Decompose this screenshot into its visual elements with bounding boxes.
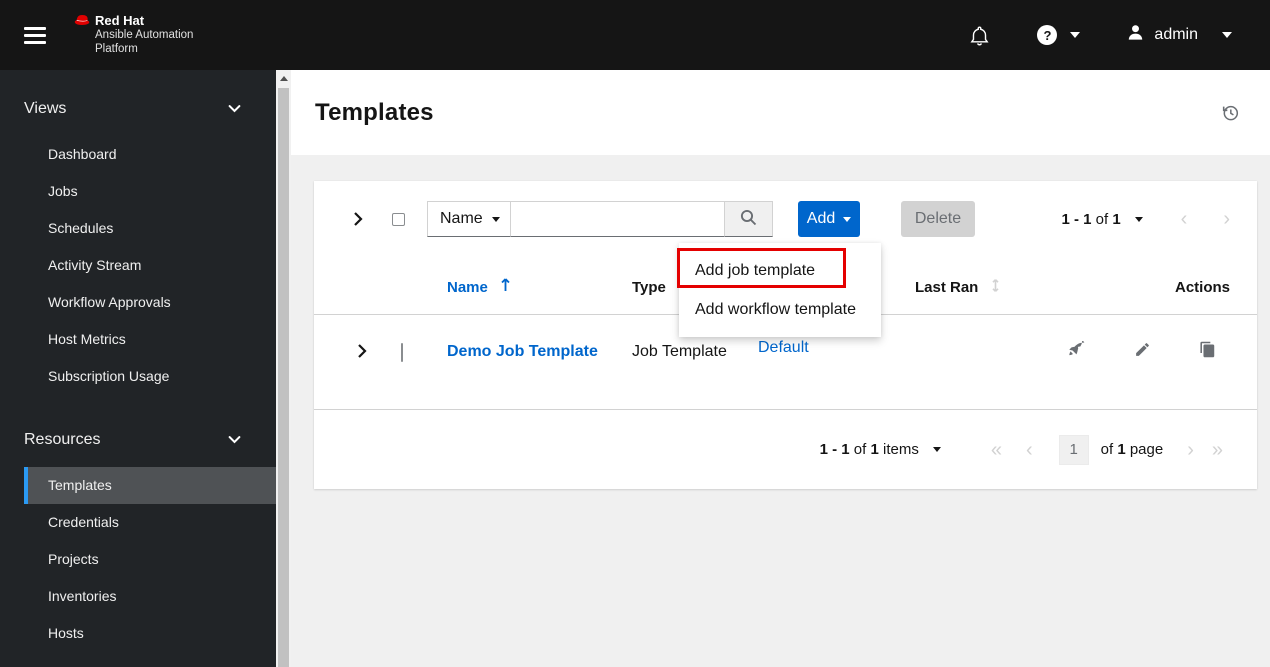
hamburger-icon[interactable] — [24, 23, 48, 48]
row-checkbox[interactable] — [401, 343, 403, 362]
top-pagination: 1 - 1 of 1 ‹ › — [1061, 209, 1230, 229]
help-menu-button[interactable]: ? — [1037, 25, 1081, 45]
select-all-checkbox[interactable] — [392, 212, 405, 226]
vertical-scrollbar[interactable] — [276, 70, 291, 667]
pagination-menu-caret-icon[interactable] — [1134, 216, 1143, 222]
page-count-label: of 1 page — [1100, 441, 1164, 458]
history-icon[interactable] — [1221, 103, 1240, 122]
section-label: Views — [24, 100, 67, 117]
next-page-button[interactable]: › — [1187, 440, 1194, 460]
user-name: admin — [1154, 26, 1198, 43]
section-label: Resources — [24, 431, 101, 448]
masthead: Red Hat Ansible Automation Platform ? ad… — [0, 0, 1270, 70]
sidebar-section-resources[interactable]: Resources — [0, 425, 276, 455]
sort-ascending-icon — [500, 277, 511, 297]
chevron-down-icon — [1222, 32, 1232, 38]
add-button-label: Add — [806, 210, 836, 227]
page-title: Templates — [315, 98, 434, 126]
pagination-range: 1 - 1 of 1 — [1061, 210, 1121, 228]
previous-page-button[interactable]: ‹ — [1026, 440, 1033, 460]
column-header-label: Last Ran — [915, 278, 979, 296]
delete-button[interactable]: Delete — [901, 201, 975, 237]
filter-selected-label: Name — [440, 210, 483, 227]
scrollbar-up-arrow[interactable] — [276, 70, 291, 87]
sidebar-item-host-metrics[interactable]: Host Metrics — [0, 321, 276, 358]
sidebar-item-subscription-usage[interactable]: Subscription Usage — [0, 358, 276, 395]
sidebar-item-workflow-approvals[interactable]: Workflow Approvals — [0, 284, 276, 321]
menu-item-add-workflow-template[interactable]: Add workflow template — [679, 290, 881, 329]
main-content: Templates Name Add Delete 1 - 1 of 1 ‹ ›… — [291, 70, 1270, 667]
search-input[interactable] — [511, 201, 725, 237]
chevron-down-icon — [1070, 32, 1081, 38]
add-dropdown-menu: Add job template Add workflow template — [677, 243, 881, 337]
menu-item-add-job-template[interactable]: Add job template — [679, 251, 881, 290]
chevron-down-icon — [492, 216, 500, 222]
items-range: 1 - 1 of 1 items — [819, 441, 919, 458]
next-page-button[interactable]: › — [1223, 209, 1230, 229]
current-page-input[interactable] — [1058, 434, 1089, 465]
column-header-last-ran[interactable]: Last Ran — [915, 277, 1067, 298]
previous-page-button[interactable]: ‹ — [1181, 209, 1188, 229]
sidebar-item-dashboard[interactable]: Dashboard — [0, 136, 276, 173]
per-page-caret-icon[interactable] — [932, 447, 941, 452]
chevron-down-icon — [843, 216, 852, 222]
templates-list-card: Name Add Delete 1 - 1 of 1 ‹ › Name Type… — [314, 181, 1257, 489]
search-icon — [740, 209, 757, 229]
scrollbar-thumb[interactable] — [278, 88, 289, 667]
bell-icon[interactable] — [970, 25, 989, 46]
row-expand-icon[interactable] — [314, 315, 398, 359]
sidebar-item-activity-stream[interactable]: Activity Stream — [0, 247, 276, 284]
last-page-button[interactable]: » — [1212, 440, 1223, 460]
sidebar-item-jobs[interactable]: Jobs — [0, 173, 276, 210]
arrows-vertical-icon — [991, 277, 1000, 298]
rocket-icon[interactable] — [1068, 341, 1086, 359]
sidebar: Views Dashboard Jobs Schedules Activity … — [0, 70, 276, 667]
expand-all-icon[interactable] — [352, 211, 363, 227]
page-header: Templates — [291, 70, 1270, 155]
template-name-link[interactable]: Demo Job Template — [447, 343, 598, 360]
pencil-icon[interactable] — [1134, 341, 1151, 359]
sidebar-section-views[interactable]: Views — [0, 94, 276, 124]
search-button[interactable] — [725, 201, 773, 237]
sidebar-item-schedules[interactable]: Schedules — [0, 210, 276, 247]
question-circle-icon: ? — [1037, 25, 1058, 45]
redhat-fedora-icon — [74, 13, 90, 31]
chevron-down-icon — [228, 100, 241, 118]
bottom-pagination: 1 - 1 of 1 items « ‹ of 1 page › » — [314, 410, 1257, 489]
sidebar-item-projects[interactable]: Projects — [0, 541, 276, 578]
brand-subtitle-line2: Platform — [95, 42, 138, 55]
column-header-label: Name — [447, 278, 488, 296]
sidebar-item-inventories[interactable]: Inventories — [0, 578, 276, 615]
column-header-name[interactable]: Name — [447, 277, 632, 297]
row-actions — [1067, 315, 1257, 359]
brand-title: Red Hat — [95, 13, 145, 29]
brand-subtitle-line1: Ansible Automation — [95, 29, 194, 41]
organization-link[interactable]: Default — [758, 339, 809, 356]
column-header-actions: Actions — [1174, 278, 1230, 296]
brand-logo: Red Hat Ansible Automation Platform — [74, 13, 193, 56]
chevron-down-icon — [228, 431, 241, 449]
add-button[interactable]: Add — [798, 201, 860, 237]
sidebar-item-templates[interactable]: Templates — [24, 467, 276, 504]
user-icon — [1126, 23, 1145, 47]
first-page-button[interactable]: « — [991, 440, 1002, 460]
filter-type-select[interactable]: Name — [427, 201, 511, 237]
sidebar-item-credentials[interactable]: Credentials — [0, 504, 276, 541]
sidebar-item-hosts[interactable]: Hosts — [0, 615, 276, 652]
user-menu-button[interactable]: admin — [1126, 23, 1232, 47]
copy-icon[interactable] — [1199, 341, 1216, 359]
